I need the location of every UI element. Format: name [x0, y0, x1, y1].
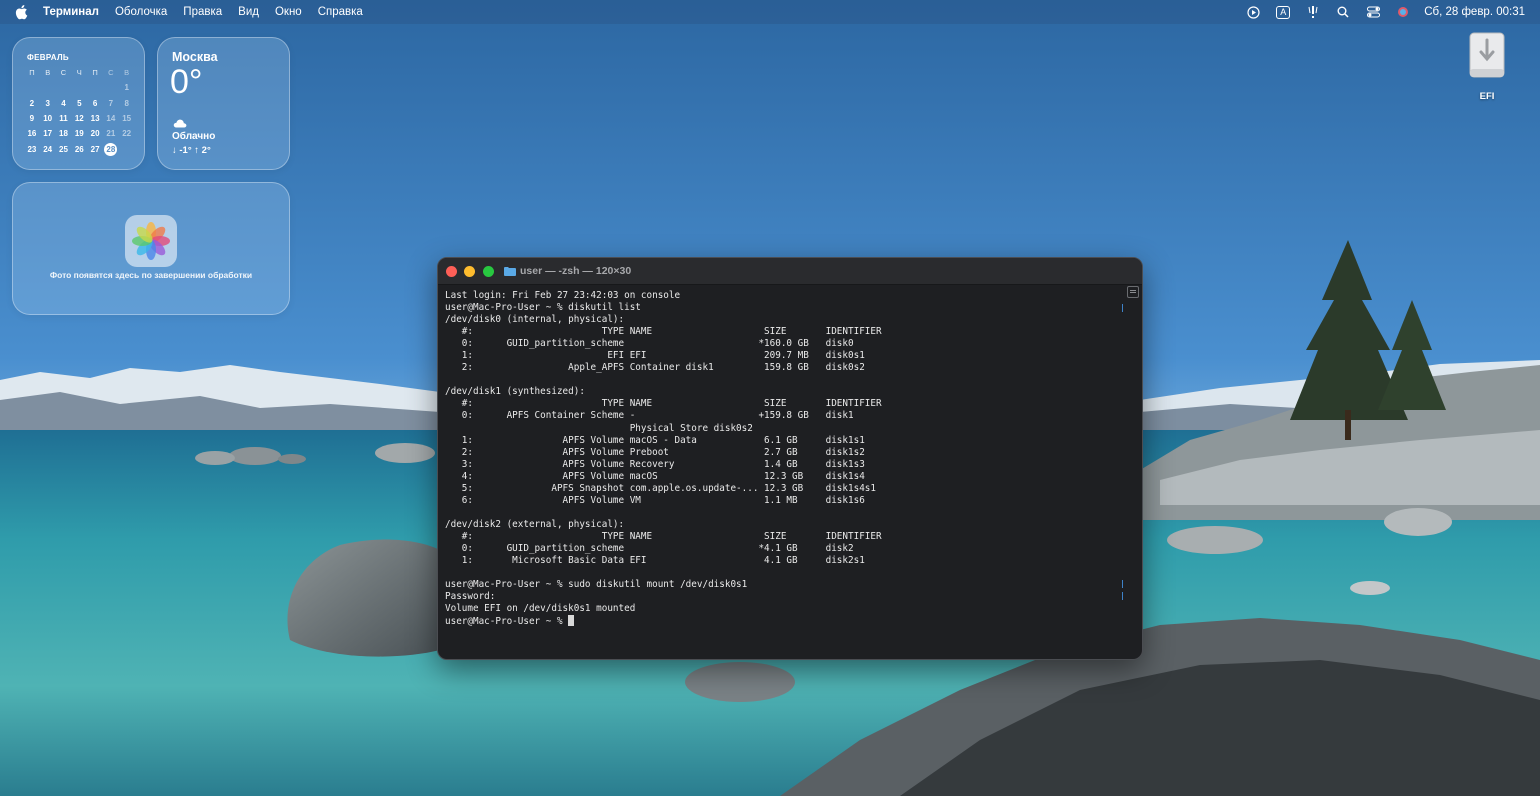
- scroll-mark: [1122, 592, 1123, 600]
- siri-icon[interactable]: [1396, 5, 1410, 19]
- calendar-day: 3: [45, 98, 50, 108]
- weekday-label: П: [92, 68, 98, 78]
- spotlight-search-icon[interactable]: [1336, 5, 1350, 19]
- apple-menu-icon[interactable]: [14, 4, 28, 20]
- menu-edit[interactable]: Правка: [183, 6, 222, 18]
- folder-icon: [504, 266, 516, 276]
- calendar-day: 14: [106, 114, 116, 124]
- calendar-day: 27: [90, 144, 100, 154]
- calendar-day: 17: [43, 129, 53, 139]
- weekday-label: В: [45, 68, 51, 78]
- calendar-day: 19: [74, 129, 84, 139]
- calendar-day: 12: [74, 114, 84, 124]
- weather-temperature: 0°: [170, 63, 203, 101]
- external-drive-icon: [1469, 32, 1505, 78]
- menu-view[interactable]: Вид: [238, 6, 259, 18]
- efi-volume-icon[interactable]: EFI: [1462, 32, 1512, 102]
- menu-clock[interactable]: Сб, 28 февр. 00:31: [1424, 6, 1525, 18]
- menu-window[interactable]: Окно: [275, 6, 302, 18]
- weekday-label: Ч: [76, 68, 82, 78]
- input-source-icon[interactable]: A: [1276, 5, 1291, 19]
- calendar-day: 13: [90, 114, 100, 124]
- calendar-day: 25: [59, 144, 68, 154]
- terminal-output: Last login: Fri Feb 27 23:42:03 on conso…: [445, 290, 882, 615]
- calendar-day: 20: [90, 129, 100, 139]
- calendar-grid: П В С Ч П С В 1 2 3 4 5 6 7 8 9 10 11 12…: [24, 65, 135, 157]
- calendar-day: 5: [77, 98, 82, 108]
- terminal-prompt: user@Mac-Pro-User ~ %: [445, 616, 569, 628]
- minimize-button[interactable]: [464, 266, 475, 277]
- calendar-day: [24, 80, 40, 95]
- calendar-day: 7: [108, 98, 114, 108]
- weather-widget[interactable]: Москва 0° Облачно ↓ -1° ↑ 2°: [157, 37, 290, 170]
- menu-app-terminal[interactable]: Терминал: [43, 6, 99, 18]
- photos-message: Фото появятся здесь по завершении обрабо…: [49, 270, 253, 280]
- weekday-label: В: [124, 68, 130, 78]
- calendar-day: 21: [106, 129, 116, 139]
- calendar-day: 11: [59, 114, 68, 124]
- efi-volume-label: EFI: [1479, 91, 1495, 102]
- calendar-day: [103, 80, 119, 95]
- input-source-label: A: [1276, 5, 1291, 19]
- scroll-mark: [1122, 304, 1123, 312]
- terminal-title: user — -zsh — 120×30: [504, 258, 631, 284]
- calendar-day: 9: [29, 114, 35, 124]
- calendar-month: ФЕВРАЛЬ: [27, 53, 69, 62]
- calendar-day: 1: [124, 83, 129, 93]
- terminal-content[interactable]: Last login: Fri Feb 27 23:42:03 on conso…: [445, 290, 1115, 650]
- calendar-day: 6: [92, 98, 98, 108]
- calendar-day: [119, 141, 135, 156]
- calendar-today-label: 28: [104, 142, 118, 156]
- calendar-day: 8: [124, 98, 129, 108]
- status-alert-icon[interactable]: [1306, 5, 1320, 19]
- calendar-day: [40, 80, 56, 95]
- zoom-button[interactable]: [483, 266, 494, 277]
- photos-widget[interactable]: Фото появятся здесь по завершении обрабо…: [12, 182, 290, 315]
- calendar-day: [56, 80, 72, 95]
- cloud-icon: [173, 119, 187, 128]
- menu-help[interactable]: Справка: [318, 6, 363, 18]
- calendar-day: 10: [43, 114, 53, 124]
- calendar-day: 26: [74, 144, 84, 154]
- weekday-label: С: [60, 68, 67, 78]
- control-center-icon[interactable]: [1366, 5, 1380, 19]
- calendar-day: 18: [59, 129, 68, 139]
- calendar-day: [71, 80, 87, 95]
- scroll-mark: [1122, 580, 1123, 588]
- terminal-window[interactable]: user — -zsh — 120×30 Last login: Fri Feb…: [437, 257, 1143, 660]
- calendar-day: 22: [122, 129, 132, 139]
- calendar-day: 15: [122, 114, 132, 124]
- calendar-day: 24: [43, 144, 53, 154]
- terminal-cursor: [568, 615, 575, 627]
- terminal-titlebar[interactable]: user — -zsh — 120×30: [438, 258, 1142, 285]
- calendar-day: 23: [27, 144, 37, 154]
- weather-city: Москва: [172, 50, 218, 64]
- weather-condition: Облачно: [172, 131, 216, 142]
- calendar-today: 28: [103, 141, 119, 156]
- calendar-day: 2: [29, 98, 35, 108]
- calendar-day: 4: [61, 98, 66, 108]
- weekday-label: П: [29, 68, 35, 78]
- screen-record-icon[interactable]: [1246, 5, 1260, 19]
- close-button[interactable]: [446, 266, 457, 277]
- terminal-sidebar-toggle-icon[interactable]: [1127, 286, 1139, 298]
- calendar-day: [87, 80, 103, 95]
- weather-range: ↓ -1° ↑ 2°: [172, 145, 211, 156]
- calendar-widget[interactable]: ФЕВРАЛЬ П В С Ч П С В 1 2 3 4 5 6 7 8 9 …: [12, 37, 145, 170]
- menu-bar: Терминал Оболочка Правка Вид Окно Справк…: [0, 0, 1540, 24]
- calendar-day: 16: [27, 129, 37, 139]
- terminal-title-text: user — -zsh — 120×30: [520, 265, 632, 277]
- weekday-label: С: [108, 68, 114, 78]
- photos-app-icon: [125, 215, 177, 267]
- menu-shell[interactable]: Оболочка: [115, 6, 167, 18]
